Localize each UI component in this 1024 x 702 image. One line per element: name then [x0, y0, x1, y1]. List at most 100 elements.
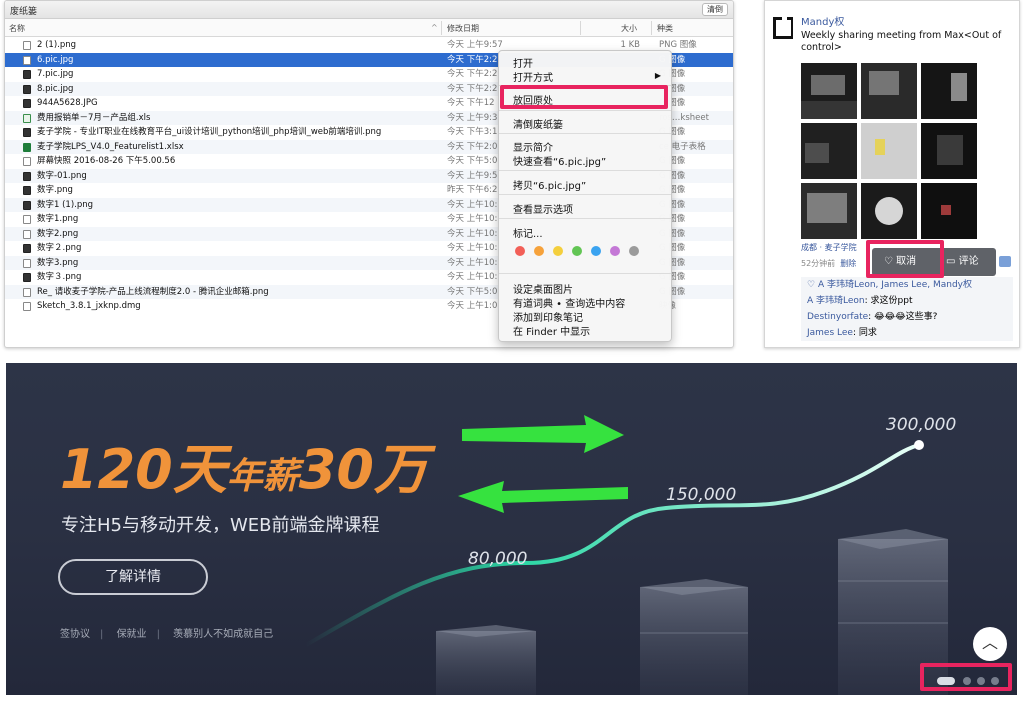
footer-link[interactable]: 签协议: [60, 629, 90, 640]
file-name: 8.pic.jpg: [37, 83, 74, 94]
comment-author[interactable]: Destinyorfate: [807, 312, 868, 322]
file-name: 数字2.png: [37, 228, 79, 239]
photo-thumbnail[interactable]: [861, 183, 917, 239]
sort-chevron-icon[interactable]: ^: [431, 23, 438, 32]
file-name: 麦子学院LPS_V4.0_Featurelist1.xlsx: [37, 141, 184, 152]
put-back-highlight-box: [500, 85, 668, 109]
avatar[interactable]: [773, 16, 793, 39]
learn-more-button[interactable]: 了解详情: [58, 559, 208, 595]
file-icon: [23, 258, 31, 268]
file-date: 今天 上午10:: [447, 228, 498, 239]
comment-row[interactable]: James Lee: 同求: [807, 325, 1013, 341]
value-label: 150,000: [666, 485, 737, 505]
file-date: 今天 下午3:1: [447, 127, 498, 137]
footer-link[interactable]: 羡慕别人不如成就自己: [173, 629, 273, 640]
photo-thumbnail[interactable]: [801, 183, 857, 239]
photo-thumbnail[interactable]: [861, 63, 917, 119]
likes-names[interactable]: A 李玮琦Leon, James Lee, Mandy权: [818, 280, 972, 290]
column-size[interactable]: 大小: [621, 23, 637, 34]
file-name: Sketch_3.8.1_jxknp.dmg: [37, 301, 141, 311]
file-date: 昨天 下午6:2: [447, 185, 498, 195]
photo-thumbnail[interactable]: [921, 63, 977, 119]
value-label: 300,000: [886, 415, 957, 435]
menu-copy[interactable]: 拷贝“6.pic.jpg”: [513, 177, 586, 192]
file-name: 6.pic.jpg: [37, 54, 74, 65]
file-date: 今天 上午9:5: [447, 170, 498, 181]
file-date: 今天 上午10:: [447, 199, 498, 210]
comment-button[interactable]: ▭ 评论: [946, 248, 996, 276]
menu-view-options[interactable]: 查看显示选项: [513, 201, 573, 216]
delete-link[interactable]: 删除: [840, 259, 856, 268]
photo-thumbnail[interactable]: [801, 123, 857, 179]
file-name: 数字3.png: [37, 257, 79, 268]
photo-thumbnail[interactable]: [801, 63, 857, 119]
comment-icon: ▭: [946, 256, 959, 267]
arrow-up-icon: ︿: [981, 633, 998, 652]
file-icon: [23, 157, 31, 166]
window-title: 废纸篓: [10, 7, 38, 17]
menu-show-in-finder[interactable]: 在 Finder 中显示: [513, 323, 590, 338]
comment-author[interactable]: James Lee: [807, 328, 853, 338]
column-kind[interactable]: 种类: [657, 23, 673, 34]
post-time: 52分钟前 删除: [801, 258, 856, 269]
file-name: 数字３.png: [37, 272, 82, 282]
menu-open[interactable]: 打开: [513, 55, 533, 70]
file-icon: [23, 55, 31, 65]
menu-tags[interactable]: 标记...: [513, 225, 543, 240]
column-name[interactable]: 名称: [9, 23, 25, 34]
column-header: 名称 ^ 修改日期 大小 种类: [5, 19, 733, 37]
comment-row[interactable]: Destinyorfate: 😂😂😂这些事?: [807, 309, 1013, 325]
tag-color-dot[interactable]: [591, 246, 601, 256]
social-post-card: Mandy权 Weekly sharing meeting from Max<O…: [764, 0, 1020, 348]
likes-comments-panel: ♡ A 李玮琦Leon, James Lee, Mandy权 A 李玮琦Leon…: [801, 277, 1013, 341]
promo-banner: 120天年薪30万 专注H5与移动开发，WEB前端金牌课程 了解详情 签协议 | …: [6, 363, 1017, 695]
file-icon: [23, 244, 31, 253]
file-icon: [23, 84, 31, 94]
photo-thumbnail[interactable]: [861, 123, 917, 179]
right-arrow-icon: [462, 415, 624, 453]
file-name: 数字-01.png: [37, 170, 87, 181]
file-icon: [23, 215, 31, 224]
tag-color-dot[interactable]: [610, 246, 620, 256]
tag-color-dot[interactable]: [572, 246, 582, 256]
headline-salary-label: 年薪: [226, 456, 299, 497]
menu-empty-trash[interactable]: 清倒废纸篓: [513, 116, 563, 131]
tag-color-dot[interactable]: [629, 246, 639, 256]
column-date[interactable]: 修改日期: [447, 23, 479, 34]
tag-color-dot[interactable]: [515, 246, 525, 256]
post-time-text: 52分钟前: [801, 259, 836, 268]
file-icon: [23, 229, 31, 239]
menu-get-info[interactable]: 显示简介: [513, 139, 553, 154]
left-arrow-icon: [458, 481, 628, 513]
headline-days: 120天: [60, 438, 227, 501]
file-date: 今天 上午10:: [447, 257, 498, 268]
menu-evernote[interactable]: 添加到印象笔记: [513, 309, 583, 324]
file-name: 2 (1).png: [37, 40, 77, 50]
file-icon: [23, 287, 31, 297]
menu-dictionary[interactable]: 有道词典 • 查询选中内容: [513, 295, 625, 310]
footer-link[interactable]: 保就业: [117, 629, 147, 640]
comment-row[interactable]: A 李玮琦Leon: 求这份ppt: [807, 293, 1013, 309]
more-icon[interactable]: [999, 256, 1011, 267]
comment-text: : 😂😂😂这些事?: [868, 312, 938, 322]
file-icon: [23, 186, 31, 195]
file-icon: [23, 70, 31, 79]
file-name: Re_ 请收麦子学院-产品上线流程制度2.0 - 腾讯企业邮箱.png: [37, 286, 269, 297]
menu-quick-look[interactable]: 快速查看“6.pic.jpg”: [513, 153, 606, 168]
post-location[interactable]: 成都 · 麦子学院: [801, 242, 857, 253]
menu-set-desktop[interactable]: 设定桌面图片: [513, 281, 573, 296]
photo-thumbnail[interactable]: [921, 183, 977, 239]
finder-titlebar: 废纸篓 清倒: [5, 1, 733, 19]
menu-open-with[interactable]: 打开方式: [513, 69, 553, 84]
post-username[interactable]: Mandy权: [801, 13, 844, 28]
tag-color-dot[interactable]: [534, 246, 544, 256]
empty-trash-button[interactable]: 清倒: [702, 3, 728, 16]
headline-salary: 30万: [298, 438, 428, 501]
file-name: 数字.png: [37, 185, 73, 195]
comment-author[interactable]: A 李玮琦Leon: [807, 296, 865, 306]
photo-thumbnail[interactable]: [921, 123, 977, 179]
scroll-top-button[interactable]: ︿: [973, 627, 1007, 661]
comment-text: : 同求: [852, 328, 877, 338]
file-date: 今天 下午2:0: [447, 141, 498, 152]
tag-color-dot[interactable]: [553, 246, 563, 256]
